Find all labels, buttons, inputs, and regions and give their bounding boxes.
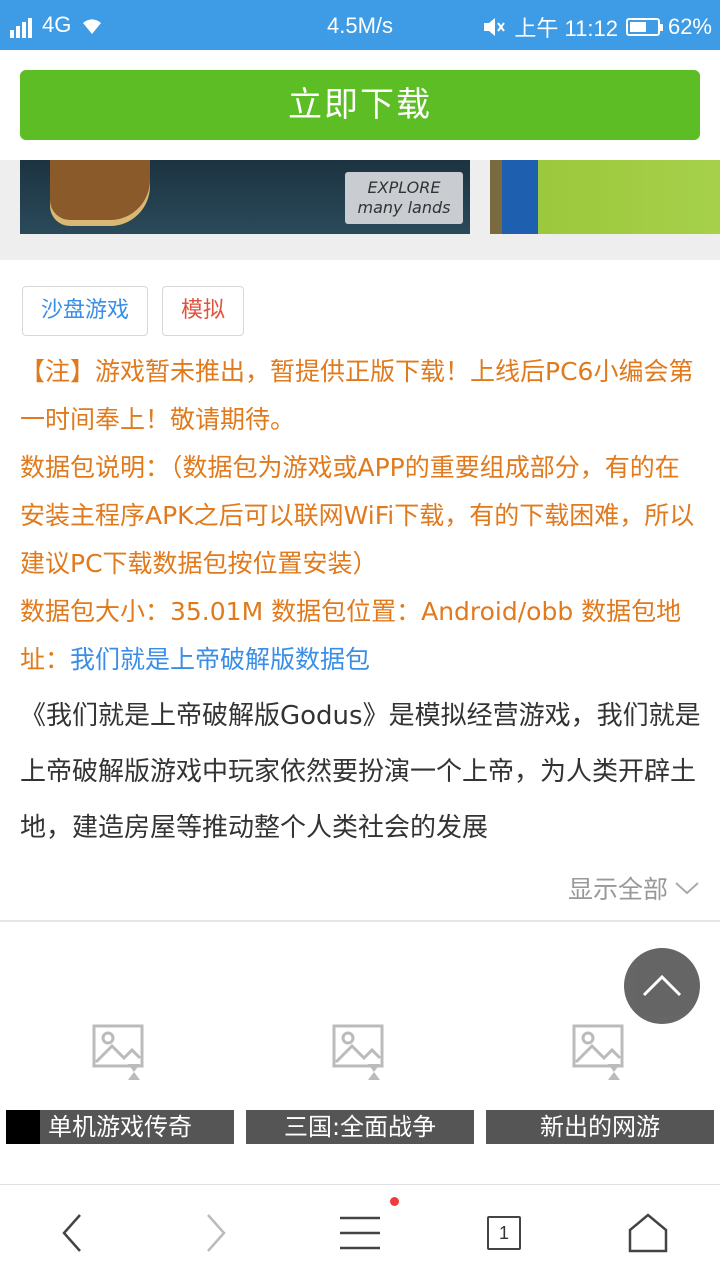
image-placeholder-icon (572, 1024, 624, 1080)
recommendation-item[interactable]: 三国:全面战争 (246, 1010, 474, 1144)
section-divider (0, 920, 720, 922)
status-bar: 4G 4.5M/s 上午 11:12 62% (0, 0, 720, 50)
game-screenshot-1[interactable]: EXPLORE many lands (20, 160, 470, 234)
home-icon (628, 1213, 668, 1253)
forward-icon (207, 1214, 226, 1252)
tag-list: 沙盘游戏 模拟 (22, 286, 245, 336)
tag-simulation[interactable]: 模拟 (162, 286, 245, 336)
game-screenshot-2[interactable] (490, 160, 720, 234)
notification-dot (390, 1197, 399, 1206)
data-package-notice: 【注】游戏暂未推出，暂提供正版下载！上线后PC6小编会第一时间奉上！敬请期待。 … (20, 348, 704, 684)
image-placeholder-icon (332, 1024, 384, 1080)
screenshot-strip[interactable]: EXPLORE many lands (0, 160, 720, 260)
battery-percent: 62% (667, 14, 712, 39)
forward-button[interactable] (144, 1185, 288, 1281)
data-package-link[interactable]: 我们就是上帝破解版数据包 (70, 645, 370, 674)
mute-icon (484, 18, 506, 36)
lands-text: many lands (357, 198, 451, 217)
notice-note: 【注】游戏暂未推出，暂提供正版下载！上线后PC6小编会第一时间奉上！敬请期待。 (20, 357, 694, 434)
tabs-icon: 1 (487, 1216, 521, 1250)
image-placeholder-icon (92, 1024, 144, 1080)
game-description: 《我们就是上帝破解版Godus》是模拟经营游戏，我们就是上帝破解版游戏中玩家依然… (20, 701, 701, 843)
download-bar: 立即下载 (0, 50, 720, 160)
show-all-button[interactable]: 显示全部 (568, 870, 700, 906)
home-button[interactable] (576, 1185, 720, 1281)
recommendation-caption: 单机游戏传奇 (6, 1110, 234, 1144)
recommendation-caption: 三国:全面战争 (246, 1110, 474, 1144)
clock: 上午 11:12 (514, 16, 618, 41)
recommendation-item[interactable]: 新出的网游 (486, 1010, 714, 1144)
ship-graphic (50, 160, 150, 220)
download-button[interactable]: 立即下载 (20, 70, 700, 140)
bottom-navigation: 1 (0, 1184, 720, 1281)
menu-icon (340, 1216, 380, 1250)
tag-sandbox[interactable]: 沙盘游戏 (22, 286, 149, 336)
show-all-label: 显示全部 (567, 875, 668, 904)
chevron-up-icon (642, 974, 682, 997)
explore-banner: EXPLORE many lands (345, 172, 463, 224)
notice-data-description: 数据包说明：（数据包为游戏或APP的重要组成部分，有的在安装主程序APK之后可以… (20, 453, 695, 578)
back-icon (62, 1214, 81, 1252)
back-button[interactable] (0, 1185, 144, 1281)
chevron-down-icon (675, 882, 699, 895)
menu-button[interactable] (288, 1185, 432, 1281)
battery-icon (625, 18, 663, 36)
tabs-button[interactable]: 1 (432, 1185, 576, 1281)
caption-mark (6, 1110, 40, 1144)
recommendation-item[interactable]: 单机游戏传奇 (6, 1010, 234, 1144)
notice-data-info: 数据包大小：35.01M 数据包位置：Android/obb 数据包地址：我们就… (20, 588, 704, 684)
recommendation-caption: 新出的网游 (486, 1110, 714, 1144)
explore-text: EXPLORE (367, 178, 441, 197)
